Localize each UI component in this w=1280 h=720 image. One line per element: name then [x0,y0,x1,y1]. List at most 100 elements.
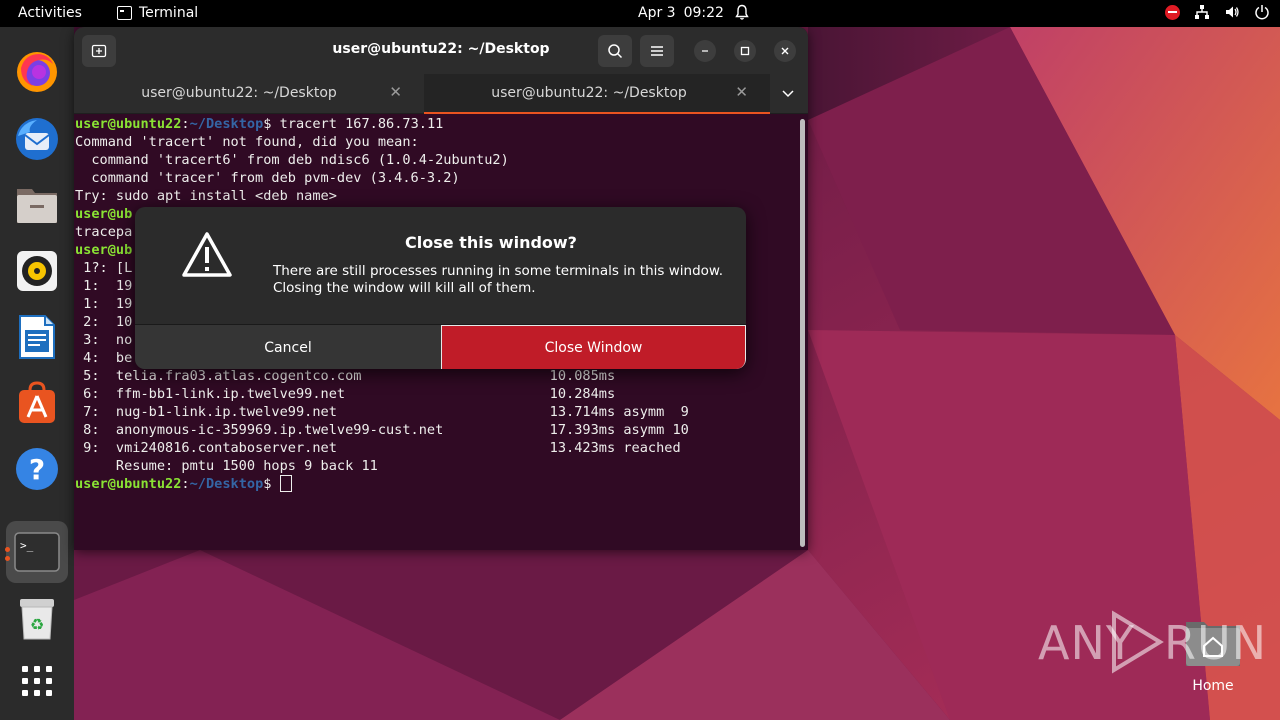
tab-label: user@ubuntu22: ~/Desktop [491,85,687,101]
anyrun-watermark: ANY RUN [1038,606,1266,676]
terminal-line: 7: nug-b1-link.ip.twelve99.net 13.714ms … [75,403,798,421]
activities-button[interactable]: Activities [18,5,82,21]
tab-1[interactable]: user@ubuntu22: ~/Desktop ✕ [74,74,424,114]
app-menu[interactable]: Terminal [117,5,198,21]
dialog-message-line: There are still processes running in som… [273,263,723,279]
terminal-line: Command 'tracert' not found, did you mea… [75,133,798,151]
watermark-text-right: RUN [1164,616,1268,670]
tab-label: user@ubuntu22: ~/Desktop [141,85,337,101]
power-icon[interactable] [1254,4,1270,20]
close-button[interactable] [774,40,796,62]
svg-text:>_: >_ [20,539,34,552]
terminal-line: command 'tracer' from deb pvm-dev (3.4.6… [75,169,798,187]
terminal-line: user@ubuntu22:~/Desktop$ [75,475,798,493]
output-text: Command 'tracert' not found, did you mea… [75,134,419,150]
libreoffice-writer-icon[interactable] [12,312,62,362]
dialog-message: There are still processes running in som… [273,263,723,297]
dialog-button-row: Cancel Close Window [135,324,746,369]
top-bar: Activities Terminal Apr 3 09:22 [0,0,1280,27]
scrollbar[interactable] [800,119,805,547]
output-text: 5: telia.fra03.atlas.cogentco.com 10.085… [75,368,616,384]
tab-close-icon[interactable]: ✕ [735,83,748,101]
rhythmbox-icon[interactable] [12,246,62,296]
svg-text:?: ? [29,453,45,486]
minimize-button[interactable] [694,40,716,62]
close-window-dialog: Close this window? There are still proce… [135,207,746,369]
system-tray[interactable] [1165,4,1270,20]
warning-icon [182,232,232,277]
prompt-user: user@ub [75,242,133,258]
prompt-user: user@ubuntu22 [75,476,182,492]
terminal-app-icon [117,6,132,20]
terminal-line: command 'tracert6' from deb ndisc6 (1.0.… [75,151,798,169]
text-cursor [279,475,292,492]
prompt-separator: : [181,116,190,132]
prompt-path: ~/Desktop [189,476,264,492]
search-icon [608,44,623,59]
dock: ? >_ ♻ [0,27,74,720]
files-icon[interactable] [12,180,62,230]
firefox-icon[interactable] [12,47,62,97]
output-text: 9: vmi240816.contaboserver.net 13.423ms … [75,440,681,456]
output-text: 1: 19 [75,296,133,312]
network-wired-icon[interactable] [1194,4,1210,20]
chevron-down-icon[interactable] [780,85,796,101]
terminal-line: 6: ffm-bb1-link.ip.twelve99.net 10.284ms [75,385,798,403]
svg-text:♻: ♻ [30,615,44,634]
terminal-icon[interactable]: >_ [6,521,68,583]
play-logo-icon [1112,610,1164,674]
output-text: 1?: [L [75,260,133,276]
cancel-button[interactable]: Cancel [135,325,441,369]
dialog-title: Close this window? [405,233,577,252]
tab-2[interactable]: user@ubuntu22: ~/Desktop ✕ [424,74,770,114]
trash-icon[interactable]: ♻ [12,594,62,644]
output-text: Try: sudo apt install <deb name> [75,188,337,204]
running-indicator [5,556,10,561]
running-indicator [5,547,10,552]
close-window-button[interactable]: Close Window [441,325,746,369]
output-text: command 'tracert6' from deb ndisc6 (1.0.… [75,152,509,168]
prompt-separator: : [181,476,190,492]
active-tab-indicator [424,112,770,114]
output-text: 7: nug-b1-link.ip.twelve99.net 13.714ms … [75,404,689,420]
terminal-line: Resume: pmtu 1500 hops 9 back 11 [75,457,798,475]
close-icon [781,47,789,55]
help-icon[interactable]: ? [12,444,62,494]
terminal-line: 5: telia.fra03.atlas.cogentco.com 10.085… [75,367,798,385]
terminal-line: 9: vmi240816.contaboserver.net 13.423ms … [75,439,798,457]
thunderbird-icon[interactable] [12,114,62,164]
terminal-line: 8: anonymous-ic-359969.ip.twelve99-cust.… [75,421,798,439]
output-text: 2: 10 [75,314,133,330]
volume-icon[interactable] [1224,4,1240,20]
clock[interactable]: Apr 3 09:22 [638,5,724,21]
terminal-headerbar[interactable]: user@ubuntu22: ~/Desktop [74,27,808,74]
minimize-icon [702,50,708,52]
prompt-user: user@ub [75,206,133,222]
app-center-icon[interactable] [12,378,62,428]
output-text: tracepa [75,224,133,240]
notification-bell-icon[interactable] [735,4,749,21]
output-text: 4: be [75,350,133,366]
tab-close-icon[interactable]: ✕ [389,83,402,101]
hamburger-menu-icon [651,46,663,56]
output-text: 3: no [75,332,133,348]
output-text: 1: 19 [75,278,133,294]
maximize-icon [740,46,750,56]
do-not-disturb-icon[interactable] [1165,4,1180,20]
app-menu-label: Terminal [139,5,199,21]
output-text: 6: ffm-bb1-link.ip.twelve99.net 10.284ms [75,386,616,402]
show-apps-icon[interactable] [12,656,62,706]
clock-time: 09:22 [683,5,724,21]
dialog-message-line: Closing the window will kill all of them… [273,280,536,296]
command-text: $ tracert 167.86.73.11 [263,116,444,132]
menu-button[interactable] [640,35,674,67]
search-button[interactable] [598,35,632,67]
tab-bar: user@ubuntu22: ~/Desktop ✕ user@ubuntu22… [74,74,808,114]
home-folder-label[interactable]: Home [1174,678,1252,694]
output-text: Resume: pmtu 1500 hops 9 back 11 [75,458,378,474]
terminal-line: user@ubuntu22:~/Desktop$ tracert 167.86.… [75,115,798,133]
prompt-user: user@ubuntu22 [75,116,182,132]
maximize-button[interactable] [734,40,756,62]
output-text: command 'tracer' from deb pvm-dev (3.4.6… [75,170,460,186]
clock-date: Apr 3 [638,5,676,21]
